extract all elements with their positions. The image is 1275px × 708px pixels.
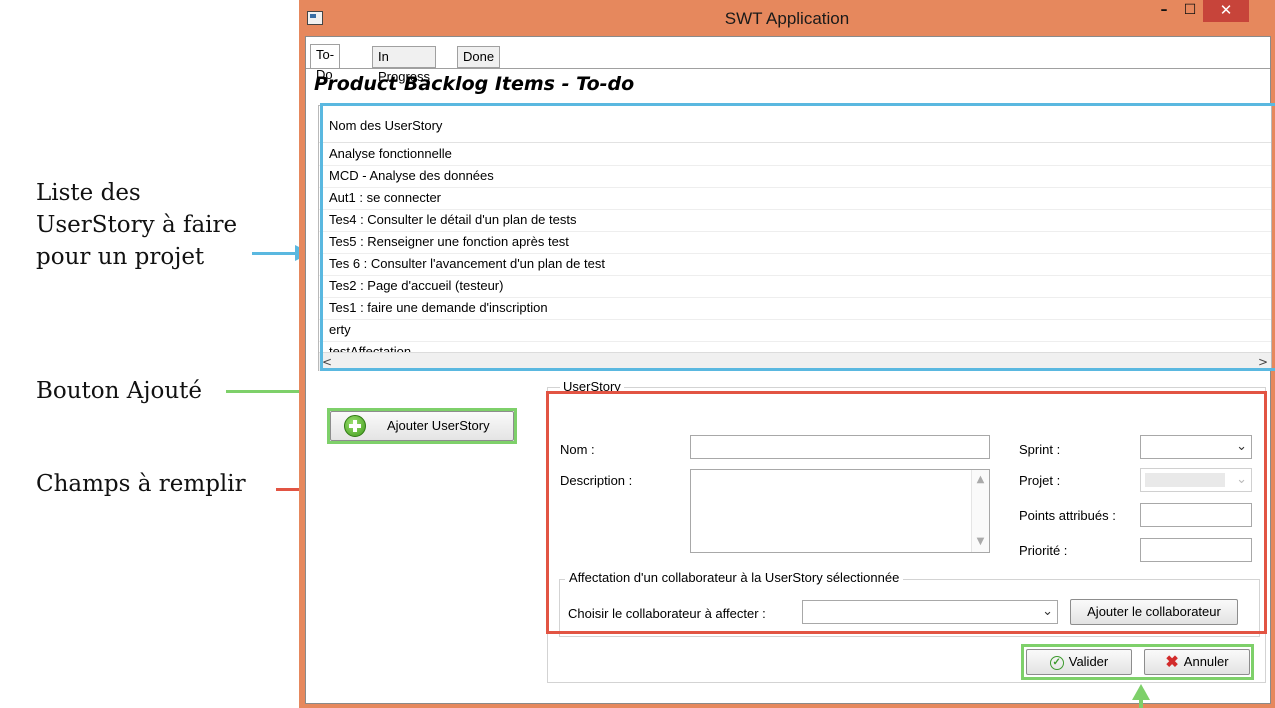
- annuler-label: Annuler: [1183, 654, 1229, 669]
- table-header[interactable]: Nom des UserStory: [319, 110, 1271, 143]
- table-row[interactable]: erty: [319, 319, 1271, 342]
- userstory-name-cell: Analyse fonctionnelle: [329, 146, 452, 161]
- sprint-select[interactable]: ⌄: [1140, 435, 1252, 459]
- check-circle-icon: ✓: [1049, 655, 1064, 670]
- tab-in-progress[interactable]: In Progress: [372, 46, 437, 84]
- projet-select[interactable]: ⌄: [1140, 468, 1252, 492]
- scroll-left-icon[interactable]: <: [319, 353, 335, 371]
- chevron-down-icon: ⌄: [1236, 472, 1247, 487]
- table-row[interactable]: Aut1 : se connecter: [319, 187, 1271, 210]
- table-row[interactable]: Tes1 : faire une demande d'inscription: [319, 297, 1271, 320]
- description-label: Description :: [560, 473, 633, 488]
- table-viewport: Nom des UserStory Analyse fonctionnelle M…: [319, 106, 1271, 352]
- affectation-legend: Affectation d'un collaborateur à la User…: [565, 570, 904, 585]
- description-textarea[interactable]: ▲ ▼: [690, 469, 990, 553]
- nom-label: Nom :: [560, 442, 595, 457]
- table-row[interactable]: MCD - Analyse des données: [319, 165, 1271, 188]
- annuler-button[interactable]: ✖ Annuler: [1144, 649, 1250, 675]
- tab-todo[interactable]: To-Do: [310, 44, 341, 82]
- scroll-up-icon[interactable]: ▲: [972, 472, 989, 488]
- add-userstory-label: Ajouter UserStory: [387, 418, 490, 433]
- valider-button[interactable]: ✓ Valider: [1026, 649, 1132, 675]
- maximize-button[interactable]: ☐: [1177, 0, 1203, 22]
- minimize-button[interactable]: –: [1151, 0, 1177, 22]
- window-client: To-Do In Progress Done Product Backlog I…: [305, 36, 1275, 704]
- userstory-table: Nom des UserStory Analyse fonctionnelle M…: [318, 105, 1272, 371]
- plus-circle-icon: [344, 415, 366, 437]
- annotation-add-button-label: Bouton Ajouté: [36, 378, 203, 404]
- chevron-down-icon: ⌄: [1236, 439, 1247, 454]
- table-row[interactable]: Tes 6 : Consulter l'avancement d'un plan…: [319, 253, 1271, 276]
- table-row[interactable]: Tes5 : Renseigner une fonction après tes…: [319, 231, 1271, 254]
- userstory-legend: UserStory: [560, 379, 624, 394]
- close-button[interactable]: ✕: [1203, 0, 1249, 22]
- choose-collaborator-label: Choisir le collaborateur à affecter :: [568, 606, 766, 621]
- points-label: Points attribués :: [1019, 508, 1116, 523]
- scroll-down-icon[interactable]: ▼: [972, 534, 989, 550]
- scroll-right-icon[interactable]: >: [1255, 353, 1271, 371]
- priorite-label: Priorité :: [1019, 543, 1068, 558]
- horizontal-scrollbar[interactable]: < >: [319, 352, 1271, 371]
- window-title: SWT Application: [724, 9, 850, 28]
- sprint-label: Sprint :: [1019, 442, 1061, 457]
- add-collaborator-button[interactable]: Ajouter le collaborateur: [1070, 599, 1238, 625]
- userstory-name-cell: MCD - Analyse des données: [329, 168, 494, 183]
- userstory-name-cell: Tes5 : Renseigner une fonction après tes…: [329, 234, 569, 249]
- description-scrollbar[interactable]: ▲ ▼: [971, 470, 989, 552]
- userstory-name-cell: testAffectation: [329, 344, 412, 352]
- chevron-down-icon: ⌄: [1042, 604, 1053, 619]
- green-arrow: [226, 390, 306, 393]
- collaborator-select[interactable]: ⌄: [802, 600, 1058, 624]
- table-row[interactable]: Tes2 : Page d'accueil (testeur): [319, 275, 1271, 298]
- priorite-input[interactable]: [1140, 538, 1252, 562]
- blue-arrow: [252, 252, 296, 255]
- tab-done[interactable]: Done: [457, 46, 501, 68]
- green-up-arrow-line: [1139, 699, 1143, 708]
- annotation-line-3: pour un projet: [36, 244, 205, 270]
- points-input[interactable]: [1140, 503, 1252, 527]
- userstory-name-cell: Tes1 : faire une demande d'inscription: [329, 300, 548, 315]
- cross-icon: ✖: [1165, 653, 1179, 671]
- userstory-name-cell: Tes2 : Page d'accueil (testeur): [329, 278, 504, 293]
- add-userstory-button[interactable]: Ajouter UserStory: [330, 411, 514, 441]
- userstory-name-cell: Tes 6 : Consulter l'avancement d'un plan…: [329, 256, 605, 271]
- annotation-line-1: Liste des: [36, 180, 141, 206]
- title-bar[interactable]: SWT Application – ☐ ✕: [299, 0, 1275, 36]
- tab-strip-line: [306, 68, 1270, 69]
- table-row[interactable]: Tes4 : Consulter le détail d'un plan de …: [319, 209, 1271, 232]
- column-header-nom: Nom des UserStory: [329, 118, 443, 133]
- green-up-arrow-head: [1132, 684, 1150, 700]
- app-window: SWT Application – ☐ ✕ To-Do In Progress …: [299, 0, 1275, 708]
- userstory-name-cell: erty: [329, 322, 351, 337]
- projet-label: Projet :: [1019, 473, 1061, 488]
- annotation-fields-label: Champs à remplir: [36, 471, 246, 497]
- page-title: Product Backlog Items - To-do: [314, 73, 635, 95]
- valider-label: Valider: [1068, 654, 1109, 669]
- table-row[interactable]: testAffectation: [319, 341, 1271, 352]
- nom-input[interactable]: [690, 435, 990, 459]
- userstory-name-cell: Tes4 : Consulter le détail d'un plan de …: [329, 212, 577, 227]
- annotation-list-label: Liste des UserStory à faire pour un proj…: [36, 177, 237, 273]
- table-row[interactable]: Analyse fonctionnelle: [319, 143, 1271, 166]
- userstory-name-cell: Aut1 : se connecter: [329, 190, 442, 205]
- projet-select-value: [1145, 473, 1225, 487]
- annotation-line-2: UserStory à faire: [36, 212, 238, 238]
